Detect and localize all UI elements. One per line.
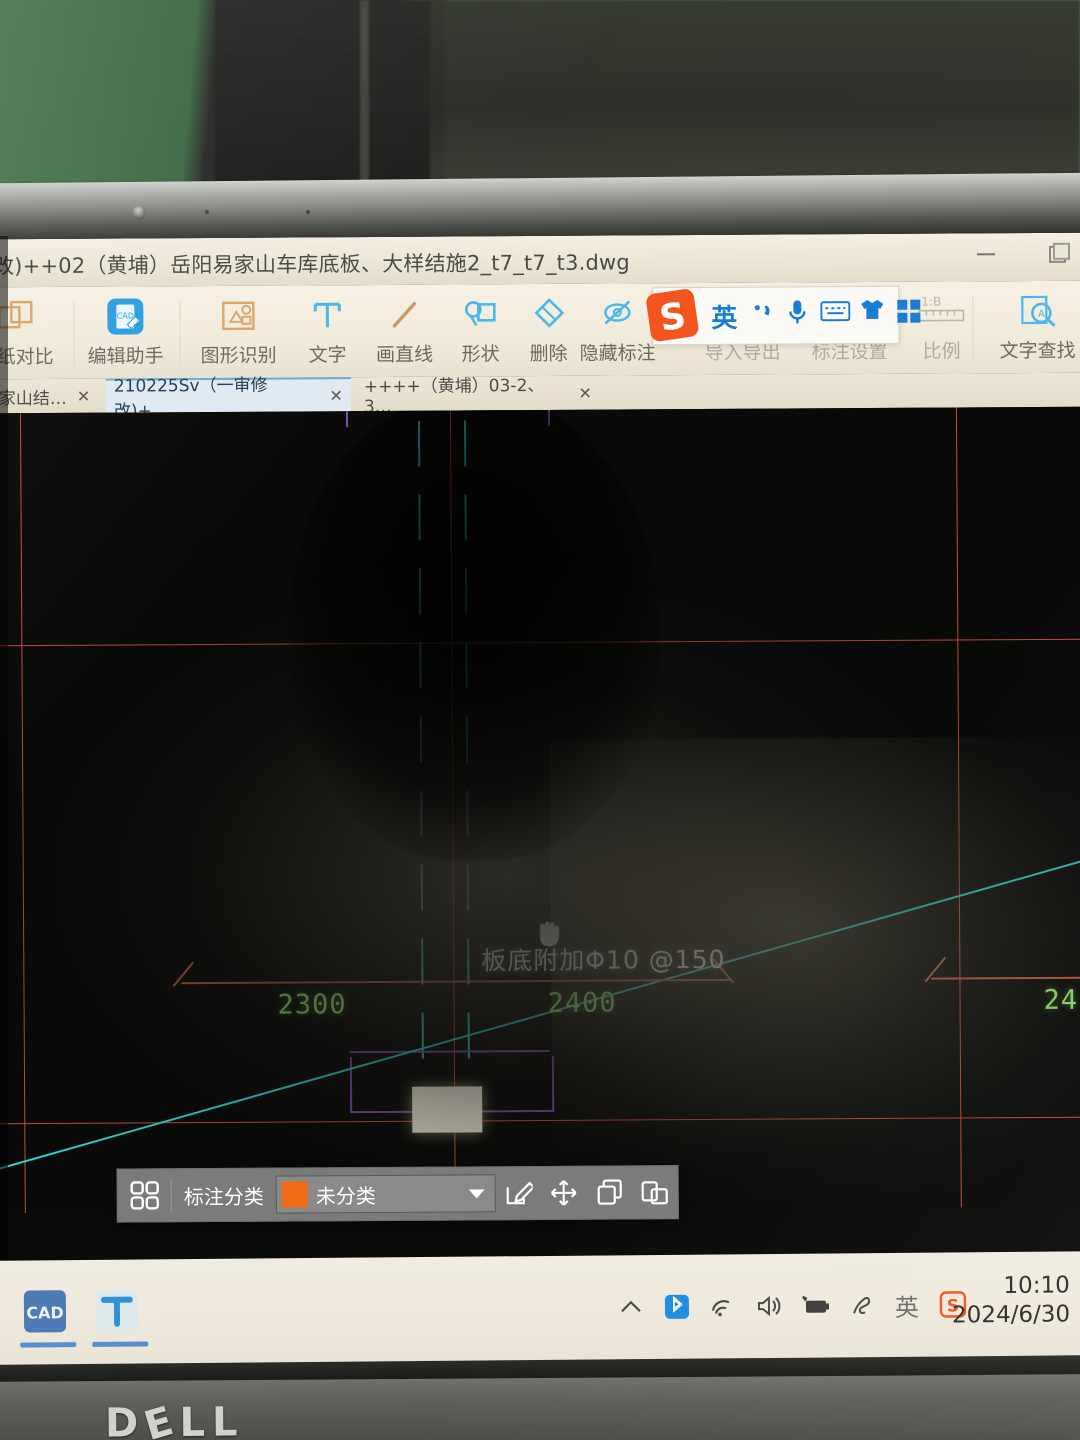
- chevron-down-icon[interactable]: [468, 1189, 485, 1199]
- cad-drawing-canvas[interactable]: 2300 2400 24 板底附加Φ10 @150: [0, 406, 1080, 1214]
- background-seam: [360, 0, 369, 184]
- clock-date: 2024/6/30: [951, 1301, 1071, 1329]
- laptop-brand-logo: DELL: [105, 1396, 245, 1440]
- taskbar-clock[interactable]: 10:10 2024/6/30: [952, 1271, 1070, 1331]
- cad-edit-assistant-icon: CAD: [75, 292, 175, 341]
- toolbar-item-text-search[interactable]: A 文字查找: [987, 287, 1080, 364]
- cad-taskbar-active-underline: [20, 1342, 77, 1348]
- microphone-hole-left: [205, 210, 209, 214]
- sogou-logo-icon[interactable]: S: [642, 287, 704, 345]
- toolbar-label: 比例: [922, 340, 961, 363]
- bluetooth-tray-icon[interactable]: [654, 1287, 700, 1327]
- move-annotation-button[interactable]: [541, 1167, 587, 1219]
- ribbon-toolbar: 图纸对比 CAD 编辑助手 图形识别 文字 画直线 形状 删除 隐藏标注 导入导…: [0, 280, 1080, 380]
- toolbar-label: 图纸对比: [0, 345, 54, 369]
- copy-annotation-button[interactable]: [587, 1166, 633, 1218]
- toolbar-label: 文字查找: [999, 339, 1076, 363]
- tab-close-icon[interactable]: ✕: [329, 386, 343, 405]
- toolbar-item-compare-drawings[interactable]: 图纸对比: [0, 293, 66, 370]
- restore-button[interactable]: [1047, 242, 1071, 263]
- toolbar-label: 编辑助手: [87, 345, 164, 368]
- system-tray[interactable]: 英 S: [608, 1284, 976, 1327]
- show-hidden-icons[interactable]: [608, 1287, 654, 1327]
- document-tab-0[interactable]: 易家山结… ✕: [0, 379, 102, 414]
- text-search-icon: A: [987, 287, 1080, 336]
- category-grid-icon[interactable]: [118, 1180, 171, 1210]
- battery-tray-icon[interactable]: [792, 1285, 838, 1325]
- tab-close-icon[interactable]: ✕: [77, 386, 91, 405]
- document-tab-2[interactable]: ++++（黄埔）03-2、3… ✕: [356, 375, 600, 416]
- apps-grid-icon[interactable]: [896, 299, 922, 330]
- svg-text:CAD: CAD: [26, 1303, 64, 1322]
- category-selected-value: 未分类: [315, 1183, 376, 1208]
- pen-tray-icon[interactable]: [838, 1285, 884, 1325]
- annotation-toolbar[interactable]: 标注分类 未分类: [116, 1165, 679, 1223]
- paste-annotation-button[interactable]: [632, 1166, 678, 1218]
- background-dark-panel: [215, 0, 445, 186]
- document-tab-1[interactable]: 210225Sv（一审修改)+… ✕: [105, 376, 351, 422]
- svg-text:1:B: 1:B: [921, 295, 941, 309]
- text-taskbar-app[interactable]: [90, 1283, 150, 1340]
- tab-label: 易家山结…: [0, 388, 67, 409]
- laptop-screen: 改)++02（黄埔）岳阳易家山车库底板、大样结施2_t7_t7_t3.dwg 图…: [0, 232, 1080, 1262]
- windows-taskbar[interactable]: CAD 英 S 10:10 2024/6/30: [0, 1251, 1080, 1373]
- category-color-swatch: [281, 1181, 308, 1208]
- microphone-icon[interactable]: [785, 296, 809, 333]
- screen-left-edge: [0, 236, 8, 1260]
- toolbar-item-edit-assistant[interactable]: CAD 编辑助手: [75, 292, 175, 369]
- window-title-bar: 改)++02（黄埔）岳阳易家山车库底板、大样结施2_t7_t7_t3.dwg: [0, 232, 1080, 288]
- punctuation-icon[interactable]: [751, 300, 779, 331]
- volume-tray-icon[interactable]: [746, 1286, 792, 1326]
- skin-tshirt-icon[interactable]: [858, 297, 886, 328]
- screen-glare: [549, 736, 1080, 1210]
- brand-ll: LL: [179, 1399, 245, 1440]
- background-dark-panel-2: [430, 0, 1080, 180]
- clock-time: 10:10: [1003, 1272, 1070, 1299]
- laptop-photo-scene: 改)++02（黄埔）岳阳易家山车库底板、大样结施2_t7_t7_t3.dwg 图…: [0, 0, 1080, 1440]
- annotation-category-label: 标注分类: [183, 1184, 264, 1209]
- svg-text:CAD: CAD: [117, 311, 134, 320]
- edit-annotation-button[interactable]: [496, 1167, 542, 1219]
- window-title: 改)++02（黄埔）岳阳易家山车库底板、大样结施2_t7_t7_t3.dwg: [0, 250, 630, 279]
- minimize-button[interactable]: [976, 243, 996, 256]
- svg-text:A: A: [1038, 309, 1045, 320]
- shape-recognition-icon: [188, 292, 288, 341]
- network-tray-icon[interactable]: [700, 1286, 746, 1326]
- compare-drawings-icon: [0, 293, 66, 342]
- toolbar-label: 图形识别: [200, 344, 277, 368]
- cad-taskbar-app[interactable]: CAD: [18, 1284, 78, 1341]
- annotation-category-select[interactable]: 未分类: [275, 1174, 496, 1214]
- ime-mode-icon[interactable]: 英: [884, 1285, 930, 1325]
- tab-close-icon[interactable]: ✕: [578, 383, 592, 402]
- ime-mode-icon[interactable]: 英: [711, 298, 737, 335]
- text-taskbar-active-underline: [92, 1341, 149, 1347]
- microphone-hole-right: [306, 210, 310, 214]
- keyboard-icon[interactable]: [820, 300, 851, 327]
- toolbar-item-shape-recognition[interactable]: 图形识别: [188, 292, 288, 369]
- webcam-icon: [133, 205, 146, 220]
- ime-mode-label: 英: [894, 1293, 920, 1322]
